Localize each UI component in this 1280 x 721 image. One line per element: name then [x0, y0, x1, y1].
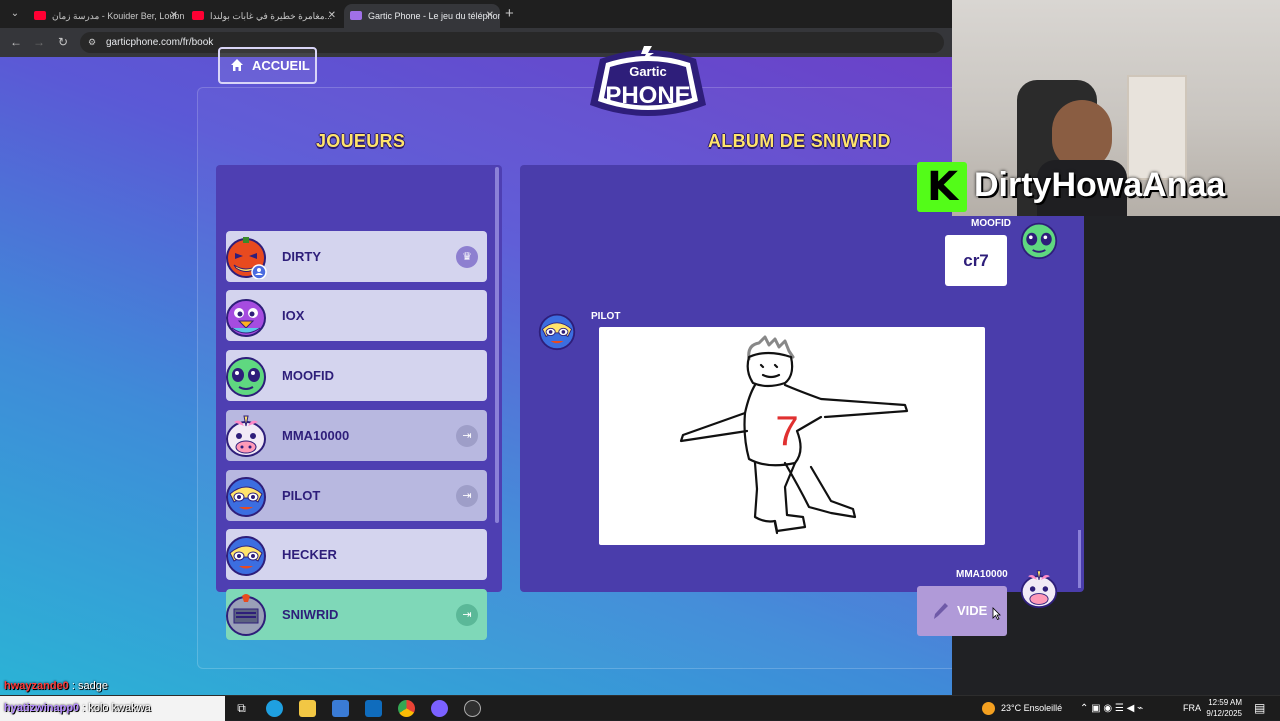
browser-toolbar: ← → ↻ ⚙ garticphone.com/fr/book: [0, 28, 952, 57]
streamer-name: DirtyHowaAnaa: [974, 166, 1226, 204]
chat-text: : sadge: [71, 680, 108, 692]
unicorn-avatar-icon: [226, 415, 266, 457]
player-row-iox[interactable]: IOX: [226, 290, 487, 341]
back-icon[interactable]: ←: [8, 34, 24, 50]
url-text: garticphone.com/fr/book: [106, 37, 214, 48]
close-icon[interactable]: ✕: [170, 4, 178, 28]
logo-top-text: Gartic: [629, 64, 667, 79]
kick-letter: K: [927, 164, 958, 210]
player-name: MMA10000: [282, 428, 350, 443]
unicorn-avatar-icon: [1020, 570, 1058, 609]
chat-message: hwayzande0 : sadge: [4, 680, 108, 692]
task-view-icon[interactable]: ⧉: [233, 700, 250, 717]
player-name: SNIWRID: [282, 607, 339, 622]
logo-bottom-text: PHONE: [605, 82, 690, 109]
entry-author: MMA10000: [956, 569, 1008, 580]
youtube-icon: [34, 11, 46, 20]
background-shelf: [1127, 75, 1187, 180]
player-name: MOOFID: [282, 368, 334, 383]
bird-avatar-icon: [226, 299, 266, 337]
player-row-moofid[interactable]: MOOFID: [226, 350, 487, 401]
home-icon: [231, 59, 243, 71]
players-list: DIRTY ♛ IOX MOOFID MMA10000 ⇥ PILOT ⇥ HE…: [216, 165, 502, 640]
language-indicator[interactable]: FRA: [1183, 696, 1201, 721]
notification-icon[interactable]: ▤: [1254, 696, 1265, 721]
file-explorer-icon[interactable]: [299, 700, 316, 717]
chrome-icon[interactable]: [398, 700, 415, 717]
new-tab-icon[interactable]: +: [505, 5, 514, 22]
exit-icon: ⇥: [456, 485, 478, 507]
chat-user: hwayzande0: [4, 680, 69, 692]
pumpkin-avatar-icon: [226, 237, 267, 279]
entry-author: MOOFID: [971, 218, 1011, 229]
player-row-hecker[interactable]: HECKER: [226, 529, 487, 580]
reload-icon[interactable]: ↻: [55, 34, 71, 50]
crown-icon: ♛: [456, 246, 478, 268]
drawing-canvas: 7: [599, 327, 985, 545]
pencil-icon: [934, 603, 948, 619]
player-row-dirty[interactable]: DIRTY ♛: [226, 231, 487, 282]
exit-icon: ⇥: [456, 604, 478, 626]
gartic-icon: [350, 11, 362, 20]
stick-figure-drawing: 7: [679, 335, 909, 535]
player-name: DIRTY: [282, 249, 321, 264]
player-row-pilot[interactable]: PILOT ⇥: [226, 470, 487, 521]
close-icon[interactable]: ✕: [486, 4, 494, 28]
forward-icon[interactable]: →: [31, 34, 47, 50]
edge-icon[interactable]: [266, 700, 283, 717]
gartic-phone-logo: Gartic PHONE: [590, 46, 706, 116]
knight-avatar-icon: [226, 594, 266, 636]
player-name: PILOT: [282, 488, 321, 503]
album-title: ALBUM DE SNIWRID: [708, 131, 891, 151]
chat-message: hyatizwinapp0 : kolo kwakwa: [4, 702, 151, 714]
chat-user: hyatizwinapp0: [4, 702, 80, 714]
drawing-number: 7: [775, 407, 798, 454]
player-row-sniwrid[interactable]: SNIWRID ⇥: [226, 589, 487, 640]
tray-icons[interactable]: ⌃ ▣ ◉ ☰ ◀ ⌁: [1080, 696, 1143, 721]
players-scrollbar[interactable]: [495, 167, 499, 523]
mouse-cursor-icon: [992, 607, 1001, 620]
empty-entry-label: VIDE: [957, 603, 988, 618]
tab-title: مغامرة خطيرة في غابات بولندا...: [210, 11, 333, 21]
youtube-icon: [192, 11, 204, 20]
tab-title: Gartic Phone - Le jeu du téléphone: [368, 11, 500, 21]
sun-icon: [982, 702, 995, 715]
kick-logo-icon: K: [917, 162, 967, 212]
discord-icon[interactable]: [431, 700, 448, 717]
browser-tab-1[interactable]: مدرسة زمان - Kouider Ber, Loubna) - 04 ✕: [28, 4, 184, 28]
alien-avatar-icon: [226, 357, 266, 397]
clock[interactable]: 12:59 AM 9/12/2025: [1206, 697, 1242, 719]
browser-tab-2[interactable]: مغامرة خطيرة في غابات بولندا... ✕: [186, 4, 342, 28]
tab-search-icon[interactable]: ⌄: [6, 6, 24, 22]
tab-title: مدرسة زمان - Kouider Ber, Loubna) - 04: [52, 11, 184, 21]
clock-date: 9/12/2025: [1206, 709, 1242, 718]
exit-icon: ⇥: [456, 425, 478, 447]
home-label: ACCUEIL: [252, 58, 310, 73]
site-info-icon[interactable]: ⚙: [88, 37, 96, 48]
windows-taskbar: ⧉ 23°C Ensoleillé ⌃ ▣ ◉ ☰ ◀ ⌁ FRA 12:59 …: [0, 695, 1280, 721]
obs-icon[interactable]: [464, 700, 481, 717]
players-title: JOUEURS: [316, 131, 406, 151]
player-name: IOX: [282, 308, 305, 323]
outlook-icon[interactable]: [365, 700, 382, 717]
album-scrollbar[interactable]: [1078, 530, 1081, 588]
luchador-avatar-icon: [538, 313, 576, 351]
luchador-avatar-icon: [226, 536, 266, 576]
clock-time: 12:59 AM: [1208, 698, 1242, 707]
address-bar[interactable]: ⚙ garticphone.com/fr/book: [80, 32, 944, 53]
home-button[interactable]: ACCUEIL: [218, 47, 317, 84]
entry-author: PILOT: [591, 311, 621, 322]
alien-avatar-icon: [1020, 222, 1058, 260]
chat-text: : kolo kwakwa: [82, 702, 151, 714]
store-icon[interactable]: [332, 700, 349, 717]
text-entry-bubble: cr7: [945, 235, 1007, 286]
browser-tab-gartic[interactable]: Gartic Phone - Le jeu du téléphone ✕: [344, 4, 500, 28]
close-icon[interactable]: ✕: [328, 4, 336, 28]
player-row-mma10000[interactable]: MMA10000 ⇥: [226, 410, 487, 461]
luchador-avatar-icon: [226, 477, 266, 517]
player-name: HECKER: [282, 547, 337, 562]
weather-text[interactable]: 23°C Ensoleillé: [1001, 696, 1062, 721]
